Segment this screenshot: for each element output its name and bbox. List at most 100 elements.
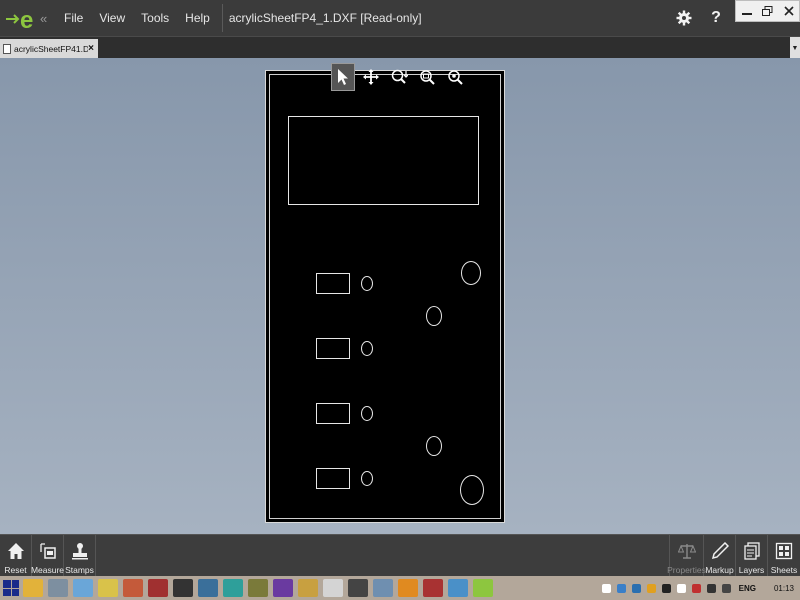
app-icon[interactable] <box>398 579 418 597</box>
chrome-icon[interactable] <box>23 579 43 597</box>
led-hole <box>361 471 373 486</box>
reset-button[interactable]: Reset <box>0 535 32 577</box>
battery-icon[interactable] <box>706 583 716 593</box>
knob-hole <box>461 261 481 285</box>
tray-app-icon[interactable] <box>631 583 641 593</box>
menu-view[interactable]: View <box>91 0 133 36</box>
knob-hole <box>426 436 442 456</box>
app-icon[interactable] <box>48 579 68 597</box>
pan-icon[interactable] <box>359 63 383 91</box>
taskbar-apps <box>23 579 498 597</box>
led-hole <box>361 406 373 421</box>
menu-tools[interactable]: Tools <box>133 0 177 36</box>
reset-label: Reset <box>4 565 27 575</box>
knob-hole <box>460 475 484 505</box>
app-logo[interactable]: e <box>0 0 40 36</box>
measure-label: Measure <box>30 565 65 575</box>
app-icon[interactable] <box>223 579 243 597</box>
zoom-fit-icon[interactable] <box>443 63 467 91</box>
menu-divider <box>221 4 223 32</box>
menu-help[interactable]: Help <box>177 0 218 36</box>
tab-label: acrylicSheetFP41.DXF <box>14 43 89 54</box>
help-icon[interactable]: ? <box>703 5 729 31</box>
app-icon[interactable] <box>448 579 468 597</box>
home-icon <box>5 540 27 562</box>
zoom-window-icon[interactable] <box>415 63 439 91</box>
switch-cutout <box>316 468 350 489</box>
flag-icon[interactable] <box>676 583 686 593</box>
bottom-toolbar: Reset Measure Stamps Properties Markup L… <box>0 534 800 577</box>
stamp-icon <box>69 540 91 562</box>
measure-button[interactable]: Measure <box>30 535 65 577</box>
layers-label: Layers <box>738 565 765 575</box>
restore-icon[interactable] <box>757 1 778 21</box>
app-icon[interactable] <box>173 579 193 597</box>
pen-icon <box>709 540 731 562</box>
drawing-sheet <box>265 70 505 523</box>
language-indicator[interactable]: ENG <box>739 584 756 593</box>
gear-icon[interactable] <box>671 5 697 31</box>
title-bar-actions: ? <box>671 0 800 36</box>
switch-cutout <box>316 403 350 424</box>
select-pointer-icon[interactable] <box>331 63 355 91</box>
title-bar: e « File View Tools Help acrylicSheetFP4… <box>0 0 800 36</box>
app-icon[interactable] <box>98 579 118 597</box>
document-tab-bar: acrylicSheetFP41.DXF × ▼ <box>0 36 800 59</box>
stamps-label: Stamps <box>65 565 94 575</box>
close-icon[interactable] <box>778 1 799 21</box>
app-icon[interactable] <box>73 579 93 597</box>
app-icon[interactable] <box>248 579 268 597</box>
minimize-icon[interactable] <box>736 1 757 21</box>
app-icon[interactable] <box>423 579 443 597</box>
sheets-icon <box>773 540 795 562</box>
app-icon[interactable] <box>123 579 143 597</box>
app-icon[interactable] <box>198 579 218 597</box>
led-hole <box>361 341 373 356</box>
tab-close-icon[interactable]: × <box>88 43 98 54</box>
knob-hole <box>426 306 442 326</box>
sheets-label: Sheets <box>770 565 798 575</box>
properties-button[interactable]: Properties <box>667 535 706 577</box>
view-toolbar <box>331 63 467 91</box>
markup-button[interactable]: Markup <box>704 535 736 577</box>
stamps-button[interactable]: Stamps <box>64 535 96 577</box>
properties-label: Properties <box>667 565 706 575</box>
tab-list-dropdown[interactable]: ▼ <box>790 37 800 59</box>
app-icon[interactable] <box>148 579 168 597</box>
app-icon[interactable] <box>298 579 318 597</box>
switch-cutout <box>316 273 350 294</box>
windows-start-icon[interactable] <box>3 580 19 596</box>
bottom-toolbar-left: Reset Measure Stamps <box>0 535 96 577</box>
svg-text:e: e <box>20 7 33 32</box>
app-icon[interactable] <box>473 579 493 597</box>
drawing-viewport[interactable] <box>0 58 800 534</box>
os-taskbar: ENG 01:13 <box>0 576 800 600</box>
document-title: acrylicSheetFP4_1.DXF [Read-only] <box>228 11 422 25</box>
app-icon[interactable] <box>323 579 343 597</box>
markup-label: Markup <box>705 565 734 575</box>
tray-app-icon[interactable] <box>691 583 701 593</box>
window-controls <box>735 0 800 22</box>
layers-button[interactable]: Layers <box>736 535 768 577</box>
switch-cutout <box>316 338 350 359</box>
scale-icon <box>676 540 698 562</box>
layers-icon <box>741 540 763 562</box>
menu-file[interactable]: File <box>56 0 91 36</box>
sheets-button[interactable]: Sheets <box>768 535 800 577</box>
tray-app-icon[interactable] <box>646 583 656 593</box>
tray-app-icon[interactable] <box>616 583 626 593</box>
bottom-toolbar-right: Properties Markup Layers Sheets <box>667 535 800 577</box>
app-icon[interactable] <box>373 579 393 597</box>
app-icon[interactable] <box>273 579 293 597</box>
cloud-icon[interactable] <box>601 583 611 593</box>
system-tray: ENG 01:13 <box>596 576 800 600</box>
volume-icon[interactable] <box>661 583 671 593</box>
app-icon[interactable] <box>348 579 368 597</box>
collapse-sidebar-button[interactable]: « <box>40 11 50 26</box>
tab-document[interactable]: acrylicSheetFP41.DXF × <box>0 39 98 58</box>
network-icon[interactable] <box>721 583 731 593</box>
taskbar-clock[interactable]: 01:13 <box>774 584 794 593</box>
zoom-in-out-icon[interactable] <box>387 63 411 91</box>
measure-icon <box>37 540 59 562</box>
main-menu: File View Tools Help acrylicSheetFP4_1.D… <box>56 0 422 36</box>
